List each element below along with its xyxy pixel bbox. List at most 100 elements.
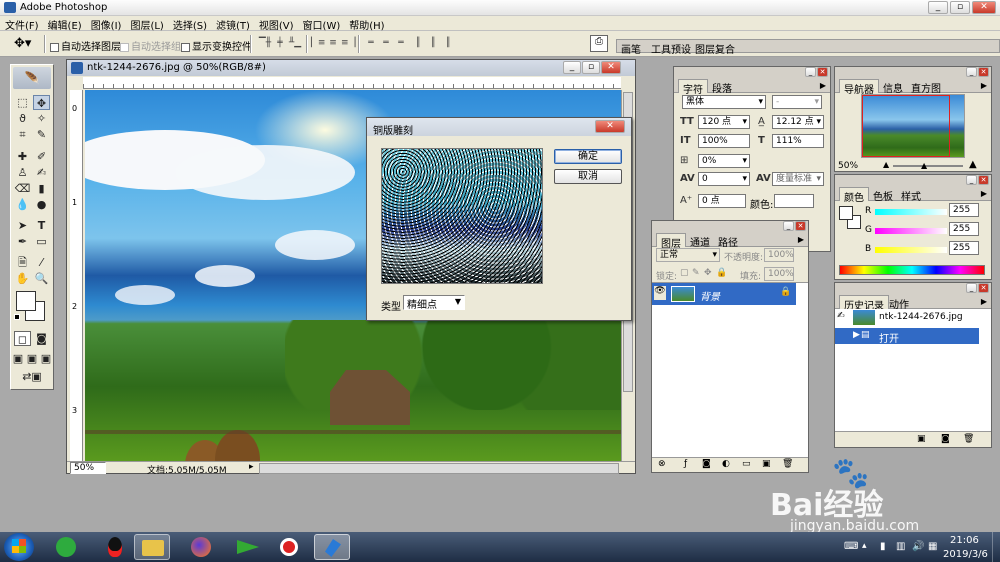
clock-date[interactable]: 2019/3/6 bbox=[943, 549, 988, 560]
align-left-icon[interactable]: ▏≡ bbox=[311, 38, 325, 50]
channel-g-field[interactable]: 255 bbox=[949, 222, 979, 236]
new-snapshot-icon[interactable]: ◙ bbox=[941, 434, 950, 444]
kerning-field[interactable]: 度量标准 ▾ bbox=[772, 172, 824, 186]
notes-tool-icon[interactable]: 🗎 bbox=[14, 255, 31, 270]
panel-minimize-button[interactable]: _ bbox=[966, 67, 977, 77]
lock-transparency-icon[interactable]: ▢ bbox=[680, 268, 689, 278]
distribute-hcenter-icon[interactable]: ║ bbox=[426, 38, 440, 50]
show-transform-checkbox[interactable] bbox=[181, 42, 190, 52]
tsume-field[interactable]: 0% ▾ bbox=[698, 154, 750, 168]
horizontal-scrollbar[interactable] bbox=[259, 463, 619, 474]
layer-style-icon[interactable]: ƒ bbox=[684, 459, 687, 469]
lock-brush-icon[interactable]: ✎ bbox=[692, 268, 700, 278]
auto-select-layer-checkbox[interactable] bbox=[50, 42, 59, 52]
panel-close-button[interactable]: ✕ bbox=[817, 67, 828, 77]
fill-field[interactable]: 100% bbox=[764, 267, 794, 281]
link-layers-icon[interactable]: ⊗ bbox=[658, 459, 666, 469]
opacity-field[interactable]: 100% bbox=[764, 248, 794, 262]
taskbar-recorder-icon[interactable] bbox=[272, 534, 308, 560]
slice-tool-icon[interactable]: ✎ bbox=[33, 127, 50, 142]
menu-layer[interactable]: 图层(L) bbox=[125, 16, 167, 32]
tray-volume-icon[interactable]: 🔊 bbox=[912, 541, 924, 552]
lock-all-icon[interactable]: 🔒 bbox=[716, 268, 727, 278]
distribute-bottom-icon[interactable]: ═ bbox=[394, 38, 408, 50]
menu-file[interactable]: 文件(F) bbox=[0, 16, 43, 32]
tab-info[interactable]: 信息 bbox=[879, 79, 907, 95]
history-brush-source-icon[interactable]: ✍ bbox=[837, 311, 845, 321]
menu-help[interactable]: 帮助(H) bbox=[344, 16, 388, 32]
dodge-tool-icon[interactable]: ● bbox=[33, 197, 50, 212]
menu-image[interactable]: 图像(I) bbox=[86, 16, 126, 32]
taskbar-firefox-icon[interactable] bbox=[184, 534, 220, 560]
tray-security-icon[interactable]: ▮ bbox=[880, 541, 886, 552]
history-step-row[interactable]: ▶ ▤ 打开 bbox=[835, 328, 979, 345]
file-browser-icon[interactable]: ⎙ bbox=[590, 35, 608, 52]
doc-minimize-button[interactable]: _ bbox=[563, 61, 581, 74]
distribute-left-icon[interactable]: ║ bbox=[411, 38, 425, 50]
history-brush-tool-icon[interactable]: ✍ bbox=[33, 165, 50, 180]
panel-minimize-button[interactable]: _ bbox=[805, 67, 816, 77]
pen-tool-icon[interactable]: ✒ bbox=[14, 234, 31, 249]
tab-channels[interactable]: 通道 bbox=[686, 233, 714, 249]
doc-close-button[interactable]: ✕ bbox=[601, 61, 621, 74]
start-button[interactable] bbox=[4, 533, 34, 561]
panel-minimize-button[interactable]: _ bbox=[966, 283, 977, 293]
shape-tool-icon[interactable]: ▭ bbox=[33, 234, 50, 249]
distribute-vcenter-icon[interactable]: ═ bbox=[379, 38, 393, 50]
screen-mode-standard-icon[interactable]: ▣ bbox=[11, 351, 25, 366]
zoom-out-icon[interactable]: ▲ bbox=[883, 160, 889, 169]
type-select[interactable]: 精细点 ▼ bbox=[403, 295, 465, 311]
view-box[interactable] bbox=[862, 95, 950, 157]
menu-edit[interactable]: 编辑(E) bbox=[43, 16, 86, 32]
magic-wand-tool-icon[interactable]: ✧ bbox=[33, 111, 50, 126]
doc-info[interactable]: 文档:5.05M/5.05M bbox=[147, 463, 227, 476]
taskbar-media-icon[interactable] bbox=[230, 534, 266, 560]
distribute-top-icon[interactable]: ═ bbox=[364, 38, 378, 50]
tab-color[interactable]: 颜色 bbox=[839, 187, 869, 204]
menu-filter[interactable]: 滤镜(T) bbox=[211, 16, 254, 32]
tray-keyboard-icon[interactable]: ⌨ bbox=[844, 541, 858, 552]
align-right-icon[interactable]: ≡▕ bbox=[341, 38, 355, 50]
lasso-tool-icon[interactable]: ϑ bbox=[14, 111, 31, 126]
doc-maximize-button[interactable]: ▫ bbox=[582, 61, 600, 74]
horizontal-scale-field[interactable]: 111% bbox=[772, 134, 824, 148]
font-size-field[interactable]: 120 点 ▾ bbox=[698, 115, 750, 129]
foreground-color-swatch[interactable] bbox=[16, 291, 36, 311]
tray-expand-icon[interactable]: ▴ bbox=[862, 541, 867, 551]
align-top-icon[interactable]: ▔╫ bbox=[258, 38, 272, 50]
auto-select-layer-option[interactable]: 自动选择图层 bbox=[50, 38, 121, 53]
quick-mask-mode-icon[interactable]: ◙ bbox=[33, 331, 50, 346]
new-document-from-state-icon[interactable]: ▣ bbox=[917, 434, 926, 444]
channel-b-slider[interactable] bbox=[875, 247, 947, 253]
auto-select-group-checkbox[interactable] bbox=[120, 42, 129, 52]
text-color-swatch[interactable] bbox=[774, 194, 814, 208]
panel-close-button[interactable]: ✕ bbox=[978, 175, 989, 185]
channel-b-field[interactable]: 255 bbox=[949, 241, 979, 255]
close-button[interactable]: ✕ bbox=[972, 1, 996, 14]
move-tool-icon[interactable]: ✥▾ bbox=[14, 36, 31, 51]
menu-window[interactable]: 窗口(W) bbox=[298, 16, 345, 32]
minimize-button[interactable]: _ bbox=[928, 1, 948, 14]
panel-menu-icon[interactable]: ▶ bbox=[981, 189, 987, 198]
visibility-eye-icon[interactable]: 👁 bbox=[654, 286, 666, 300]
standard-mode-icon[interactable]: ◻ bbox=[14, 331, 31, 346]
baseline-shift-field[interactable]: 0 点 bbox=[698, 194, 746, 208]
blend-mode-select[interactable]: 正常 ▾ bbox=[656, 248, 720, 262]
show-desktop-button[interactable] bbox=[992, 532, 1000, 562]
layer-mask-icon[interactable]: ◙ bbox=[702, 459, 711, 469]
panel-menu-icon[interactable]: ▶ bbox=[981, 81, 987, 90]
clone-stamp-tool-icon[interactable]: ♙ bbox=[14, 165, 31, 180]
tab-histogram[interactable]: 直方图 bbox=[907, 79, 945, 95]
eraser-tool-icon[interactable]: ⌫ bbox=[14, 181, 31, 196]
screen-mode-full-menu-icon[interactable]: ▣ bbox=[25, 351, 39, 366]
taskbar-qq-icon[interactable] bbox=[98, 534, 134, 560]
hand-tool-icon[interactable]: ✋ bbox=[14, 271, 31, 286]
panel-minimize-button[interactable]: _ bbox=[966, 175, 977, 185]
panel-minimize-button[interactable]: _ bbox=[783, 221, 794, 231]
tab-layers[interactable]: 图层 bbox=[656, 233, 686, 250]
panel-close-button[interactable]: ✕ bbox=[978, 283, 989, 293]
slider-thumb[interactable]: ▲ bbox=[921, 161, 927, 170]
panel-menu-icon[interactable]: ▶ bbox=[820, 81, 826, 90]
adjustment-layer-icon[interactable]: ◐ bbox=[722, 459, 730, 469]
menu-select[interactable]: 选择(S) bbox=[168, 16, 211, 32]
